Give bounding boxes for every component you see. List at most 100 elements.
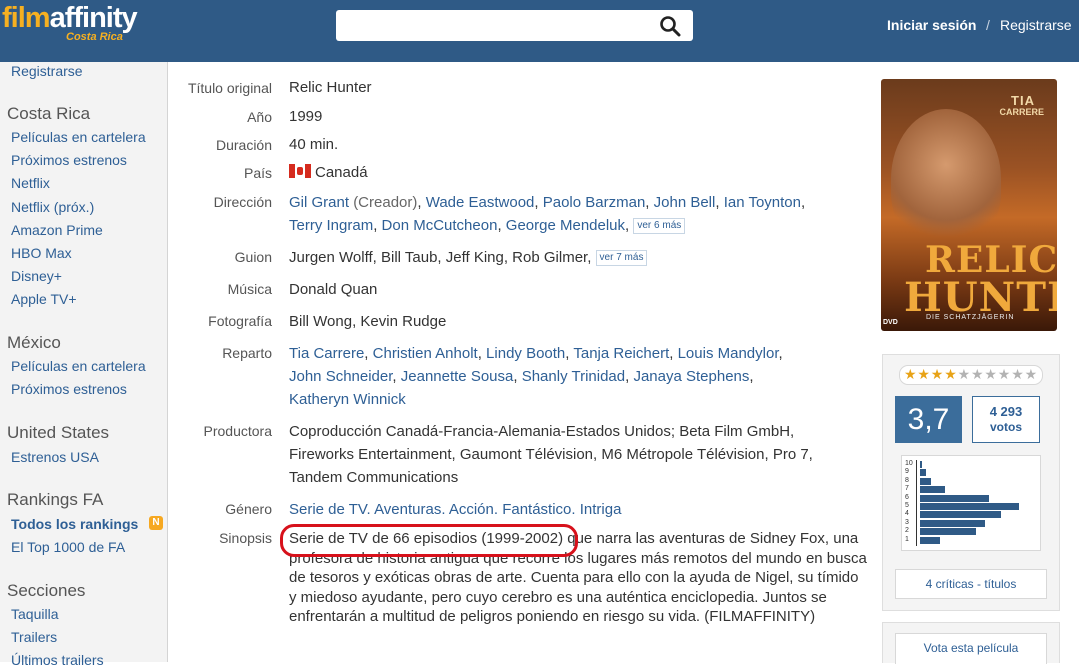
sidebar-item-netflix-prox[interactable]: Netflix (próx.) (11, 199, 94, 215)
new-badge: N (149, 516, 163, 530)
year-value: 1999 (289, 108, 323, 125)
cast-link[interactable]: Lindy Booth (486, 345, 565, 362)
vote-panel: Vota esta película (882, 622, 1060, 664)
poster-actor-last: CARRERE (999, 107, 1044, 117)
director-link[interactable]: George Mendeluk (506, 217, 625, 234)
rating-histogram: 10 9 8 7 6 5 4 3 2 1 (901, 455, 1041, 551)
sidebar-item-mx-estrenos[interactable]: Próximos estrenos (11, 381, 127, 397)
director-link[interactable]: Ian Toynton (724, 194, 801, 211)
header-separator: / (986, 17, 990, 33)
cast-line-3: Katheryn Winnick (289, 388, 406, 411)
cast-link[interactable]: Shanly Trinidad (522, 368, 625, 385)
sidebar-item-top-1000[interactable]: El Top 1000 de FA (11, 539, 125, 555)
sidebar-item-apple-tv[interactable]: Apple TV+ (11, 291, 77, 307)
login-link[interactable]: Iniciar sesión (887, 17, 976, 33)
votes-label: votos (989, 420, 1022, 434)
cast-link[interactable]: Tia Carrere (289, 345, 364, 362)
histogram-tick-label: 10 (905, 460, 913, 467)
star-icon: ★ (930, 366, 944, 382)
cast-link[interactable]: Tanja Reichert (573, 345, 669, 362)
top-header: filmaffinity Costa Rica Iniciar sesión /… (0, 0, 1079, 62)
genre-links[interactable]: Serie de TV. Aventuras. Acción. Fantásti… (289, 498, 621, 521)
sidebar-item-cr-estrenos[interactable]: Próximos estrenos (11, 152, 127, 168)
producer-line-3: Tandem Communications (289, 469, 459, 486)
sidebar-heading-mexico: México (7, 333, 61, 352)
director-link[interactable]: Don McCutcheon (382, 217, 498, 234)
creator-note: (Creador) (353, 194, 418, 211)
producer-line-1: Coproducción Canadá-Francia-Alemania-Est… (289, 423, 795, 440)
average-rating: 3,7 (895, 396, 962, 443)
label-year: Año (247, 109, 272, 125)
sidebar-heading-secciones: Secciones (7, 581, 86, 600)
sidebar-heading-usa: United States (7, 423, 110, 442)
register-link[interactable]: Registrarse (1000, 17, 1072, 33)
script-more-button[interactable]: ver 7 más (595, 250, 648, 266)
dvd-logo: DVD (883, 319, 898, 326)
sidebar-item-todos-rankings[interactable]: Todos los rankings (11, 516, 138, 532)
cast-link[interactable]: Janaya Stephens (633, 368, 749, 385)
star-icon: ★ (984, 366, 997, 382)
label-producer: Productora (203, 423, 272, 439)
label-synopsis: Sinopsis (219, 530, 272, 546)
star-icon: ★ (917, 366, 930, 382)
direction-line-2: Terry Ingram, Don McCutcheon, George Men… (289, 214, 686, 237)
director-link[interactable]: Paolo Barzman (543, 194, 646, 211)
label-original-title: Título original (187, 80, 272, 96)
histogram-tick-label: 6 (905, 493, 909, 501)
cast-link[interactable]: Katheryn Winnick (289, 391, 406, 408)
star-icon: ★ (1024, 366, 1038, 382)
sidebar-item-cr-cartelera[interactable]: Películas en cartelera (11, 129, 146, 145)
red-highlight-annotation (280, 524, 578, 557)
cast-link[interactable]: Jeannette Sousa (401, 368, 514, 385)
left-sidebar: Registrarse Costa Rica Películas en cart… (0, 62, 168, 668)
director-link[interactable]: Gil Grant (289, 194, 349, 211)
director-link[interactable]: John Bell (654, 194, 716, 211)
search-input[interactable] (336, 10, 693, 41)
direction-line-1: Gil Grant (Creador), Wade Eastwood, Paol… (289, 194, 806, 211)
sidebar-heading-costa-rica: Costa Rica (7, 104, 91, 123)
director-link[interactable]: Terry Ingram (289, 217, 373, 234)
vote-button[interactable]: Vota esta película (895, 633, 1047, 664)
histogram-tick-label: 4 (905, 510, 909, 518)
sidebar-item-trailers[interactable]: Trailers (11, 629, 57, 645)
cast-link[interactable]: John Schneider (289, 368, 392, 385)
sidebar-item-estrenos-usa[interactable]: Estrenos USA (11, 449, 99, 465)
label-script: Guion (234, 249, 272, 265)
sidebar-item-hbo-max[interactable]: HBO Max (11, 245, 72, 261)
script-value: Jurgen Wolff, Bill Taub, Jeff King, Rob … (289, 246, 648, 269)
sidebar-item-ultimos-trailers[interactable]: Últimos trailers (11, 652, 104, 668)
label-cast: Reparto (222, 345, 272, 361)
star-icon: ★ (997, 366, 1011, 382)
country-value: Canadá (289, 161, 368, 184)
search-icon[interactable] (659, 15, 681, 37)
original-title-value: Relic Hunter (289, 79, 372, 96)
histogram-tick-label: 5 (905, 502, 909, 509)
duration-value: 40 min. (289, 136, 339, 153)
sidebar-item-taquilla[interactable]: Taquilla (11, 606, 58, 622)
star-icon: ★ (904, 366, 917, 382)
sidebar-register-link[interactable]: Registrarse (11, 63, 83, 79)
cast-line-1: Tia Carrere, Christien Anholt, Lindy Boo… (289, 345, 783, 362)
sidebar-item-mx-cartelera[interactable]: Películas en cartelera (11, 358, 146, 374)
photography-value: Bill Wong, Kevin Rudge (289, 313, 447, 330)
cast-link[interactable]: Christien Anholt (373, 345, 478, 362)
sidebar-item-amazon-prime[interactable]: Amazon Prime (11, 222, 103, 238)
histogram-tick-label: 1 (905, 535, 909, 543)
histogram-axis (916, 460, 917, 546)
movie-poster[interactable]: TIA CARRERE RELIC HUNTER DIE SCHATZJÄGER… (881, 79, 1057, 331)
sidebar-item-netflix[interactable]: Netflix (11, 175, 50, 191)
star-rating: ★ ★ ★ ★ ★ ★ ★ ★ ★ ★ (899, 365, 1043, 385)
script-names: Jurgen Wolff, Bill Taub, Jeff King, Rob … (289, 249, 592, 266)
label-country: País (243, 165, 272, 181)
filmaffinity-logo[interactable]: filmaffinity Costa Rica (2, 2, 138, 43)
star-icon: ★ (971, 366, 984, 382)
director-link[interactable]: Wade Eastwood (426, 194, 535, 211)
label-music: Música (227, 281, 272, 297)
country-name: Canadá (315, 164, 368, 181)
votes-box[interactable]: 4 293 votos (972, 396, 1040, 443)
sidebar-item-disney[interactable]: Disney+ (11, 268, 62, 284)
reviews-link[interactable]: 4 críticas - títulos (895, 569, 1047, 599)
poster-subtitle: DIE SCHATZJÄGERIN (926, 314, 1015, 321)
cast-link[interactable]: Louis Mandylor (678, 345, 779, 362)
direction-more-button[interactable]: ver 6 más (633, 218, 686, 234)
